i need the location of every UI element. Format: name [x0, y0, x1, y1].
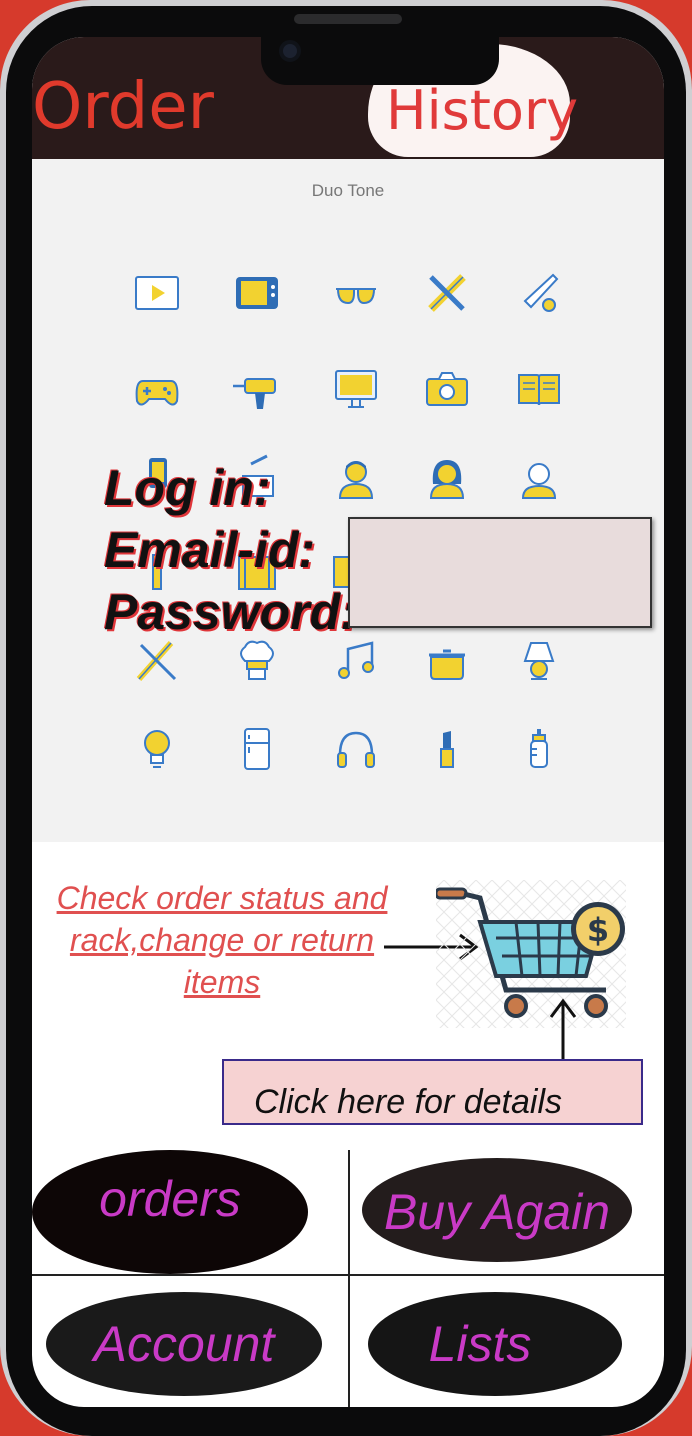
arrow-up-icon [549, 998, 577, 1061]
tile-divider-vertical [348, 1150, 350, 1407]
buy-again-button-label: Buy Again [383, 1184, 611, 1240]
speaker [294, 14, 402, 24]
pencil-ruler-icon [428, 274, 466, 312]
lamp-icon [523, 642, 555, 680]
screen: Order History Duo Tone Log in: Email-id:… [32, 37, 664, 1407]
camera-icon-grid [426, 372, 468, 406]
buy-again-button[interactable]: Buy Again [362, 1158, 632, 1262]
book-icon [518, 374, 560, 406]
account-button-label: Account [93, 1316, 275, 1372]
lipstick-icon [440, 731, 454, 768]
details-button-label: Click here for details [254, 1083, 563, 1121]
icon-grid-caption: Duo Tone [311, 181, 385, 200]
cricket-bat-icon [523, 273, 559, 312]
fridge-icon [244, 728, 270, 770]
credentials-input-box[interactable] [348, 517, 652, 628]
woman-avatar-icon [429, 460, 465, 499]
drill-icon [233, 378, 276, 409]
glasses-icon [336, 288, 376, 305]
history-tab[interactable]: History [386, 81, 578, 141]
password-label: Password: [104, 584, 357, 640]
headphones-icon [337, 731, 375, 768]
orders-button-label: orders [99, 1171, 241, 1227]
baby-avatar-icon [521, 463, 557, 499]
camera-icon [279, 40, 301, 62]
monitor-icon [335, 370, 377, 408]
lists-button-label: Lists [428, 1316, 532, 1372]
pencil-tools-icon [136, 641, 177, 681]
details-button[interactable]: Click here for details [222, 1059, 643, 1125]
tile-divider-horizontal [32, 1274, 664, 1276]
camera-notch [261, 37, 499, 85]
order-status-link[interactable]: Check order status and rack,change or re… [38, 877, 406, 1003]
light-bulb-icon [144, 730, 170, 768]
login-form-labels: Log in: Email-id: Password: [104, 457, 357, 643]
chef-hat-icon [240, 640, 274, 680]
baby-bottle-icon [530, 729, 548, 768]
shopping-cart-icon[interactable]: $ [436, 880, 626, 1028]
gamepad-icon [135, 380, 179, 406]
tv-icon [236, 277, 278, 309]
page-title-order: Order [32, 70, 214, 144]
lists-button[interactable]: Lists [368, 1292, 622, 1396]
orders-button[interactable]: orders [32, 1150, 308, 1274]
email-label: Email-id: [104, 522, 316, 578]
cooking-pot-icon [429, 649, 465, 680]
svg-text:$: $ [587, 911, 609, 949]
login-heading: Log in: [104, 460, 271, 516]
video-play-icon [135, 276, 179, 310]
music-note-icon [338, 641, 374, 679]
account-button[interactable]: Account [46, 1292, 322, 1396]
